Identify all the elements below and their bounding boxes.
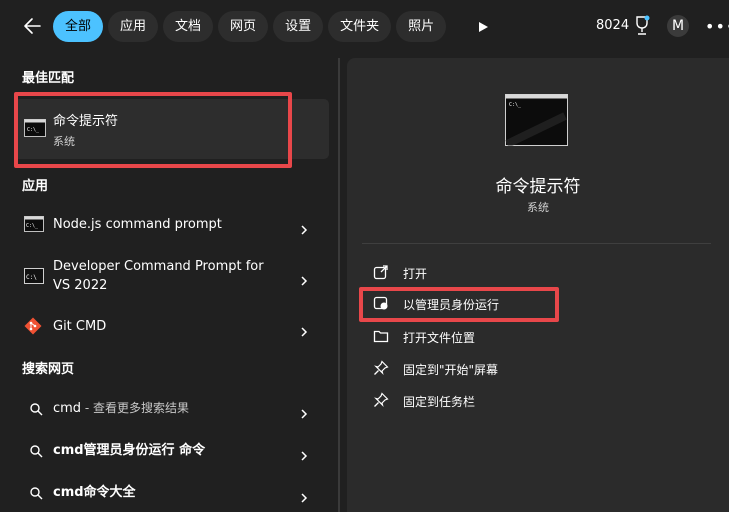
action-open-file-location[interactable]: 打开文件位置 bbox=[373, 327, 573, 347]
search-icon bbox=[29, 401, 43, 420]
svg-text:C:\_: C:\_ bbox=[509, 102, 522, 108]
command-prompt-large-icon: C:\_ bbox=[505, 94, 568, 148]
app-label: Git CMD bbox=[53, 319, 107, 334]
apps-header: 应用 bbox=[22, 179, 49, 194]
console-icon: C:\_ bbox=[24, 216, 44, 236]
svg-text:C:\: C:\ bbox=[26, 274, 37, 281]
chevron-right-icon[interactable] bbox=[299, 220, 309, 235]
pin-icon bbox=[373, 360, 389, 376]
pin-icon bbox=[373, 392, 389, 408]
web-result-query: cmd管理员身份运行 命令 bbox=[53, 443, 206, 458]
tab-photos[interactable]: 照片 bbox=[396, 11, 447, 42]
folder-icon bbox=[373, 328, 389, 344]
tab-all[interactable]: 全部 bbox=[53, 11, 104, 42]
red-highlight-box bbox=[14, 92, 292, 168]
chevron-right-icon[interactable] bbox=[299, 271, 309, 286]
best-match-header: 最佳匹配 bbox=[22, 71, 75, 86]
git-icon bbox=[24, 317, 42, 339]
more-options-icon[interactable]: ••• bbox=[705, 17, 729, 36]
web-result-query: cmd bbox=[53, 401, 82, 416]
chevron-right-icon[interactable] bbox=[299, 322, 309, 337]
action-label: 固定到任务栏 bbox=[403, 395, 476, 409]
web-result-suffix: - 查看更多搜索结果 bbox=[81, 401, 190, 415]
app-item-nodejs[interactable]: C:\_ Node.js command prompt bbox=[14, 212, 329, 238]
rewards-points[interactable]: 8024 bbox=[596, 18, 629, 33]
app-label-line2: VS 2022 bbox=[53, 278, 108, 293]
action-open[interactable]: 打开 bbox=[373, 263, 573, 283]
search-icon bbox=[29, 443, 43, 462]
app-label: Node.js command prompt bbox=[53, 217, 222, 232]
action-pin-to-taskbar[interactable]: 固定到任务栏 bbox=[373, 391, 573, 411]
search-icon bbox=[29, 485, 43, 504]
web-result-item[interactable]: cmd - 查看更多搜索结果 bbox=[14, 397, 329, 421]
chevron-right-icon[interactable] bbox=[299, 446, 309, 461]
app-item-dev-command-prompt[interactable]: C:\ Developer Command Prompt for VS 2022 bbox=[14, 256, 329, 296]
avatar[interactable]: M bbox=[667, 15, 689, 37]
web-search-header: 搜索网页 bbox=[22, 362, 75, 377]
back-arrow-icon[interactable] bbox=[20, 13, 46, 39]
red-highlight-box bbox=[359, 287, 559, 322]
divider bbox=[362, 243, 711, 244]
app-label-line1: Developer Command Prompt for bbox=[53, 259, 264, 274]
details-title: 命令提示符 bbox=[495, 177, 581, 197]
app-item-git-cmd[interactable]: Git CMD bbox=[14, 314, 329, 340]
more-tabs-play-icon[interactable] bbox=[470, 14, 496, 40]
tab-apps[interactable]: 应用 bbox=[108, 11, 159, 42]
svg-text:C:\_: C:\_ bbox=[26, 223, 39, 229]
tab-settings[interactable]: 设置 bbox=[273, 11, 324, 42]
action-label: 固定到"开始"屏幕 bbox=[403, 363, 499, 377]
action-pin-to-start[interactable]: 固定到"开始"屏幕 bbox=[373, 359, 573, 379]
scrollbar[interactable] bbox=[338, 58, 340, 512]
tab-documents[interactable]: 文档 bbox=[163, 11, 214, 42]
web-result-item[interactable]: cmd命令大全 bbox=[14, 481, 329, 505]
tab-folders[interactable]: 文件夹 bbox=[328, 11, 392, 42]
details-pane: C:\_ 命令提示符 系统 打开 以管理员身份运行 打开文件位置 固定到"开始"… bbox=[347, 58, 729, 512]
chevron-right-icon[interactable] bbox=[299, 404, 309, 419]
web-result-item[interactable]: cmd管理员身份运行 命令 bbox=[14, 439, 329, 463]
action-label: 打开文件位置 bbox=[403, 331, 476, 345]
web-result-label: cmd - 查看更多搜索结果 bbox=[53, 399, 189, 418]
tab-web[interactable]: 网页 bbox=[218, 11, 269, 42]
trophy-icon[interactable] bbox=[632, 15, 652, 37]
chevron-right-icon[interactable] bbox=[299, 488, 309, 503]
web-result-query: cmd命令大全 bbox=[53, 485, 136, 500]
open-external-icon bbox=[373, 264, 389, 280]
dev-console-icon: C:\ bbox=[24, 268, 44, 288]
filter-tabs: 全部 应用 文档 网页 设置 文件夹 照片 bbox=[53, 11, 447, 42]
search-top-bar: 全部 应用 文档 网页 设置 文件夹 照片 8024 M ••• bbox=[0, 0, 729, 54]
details-subtitle: 系统 bbox=[527, 201, 549, 214]
action-label: 打开 bbox=[403, 267, 428, 281]
